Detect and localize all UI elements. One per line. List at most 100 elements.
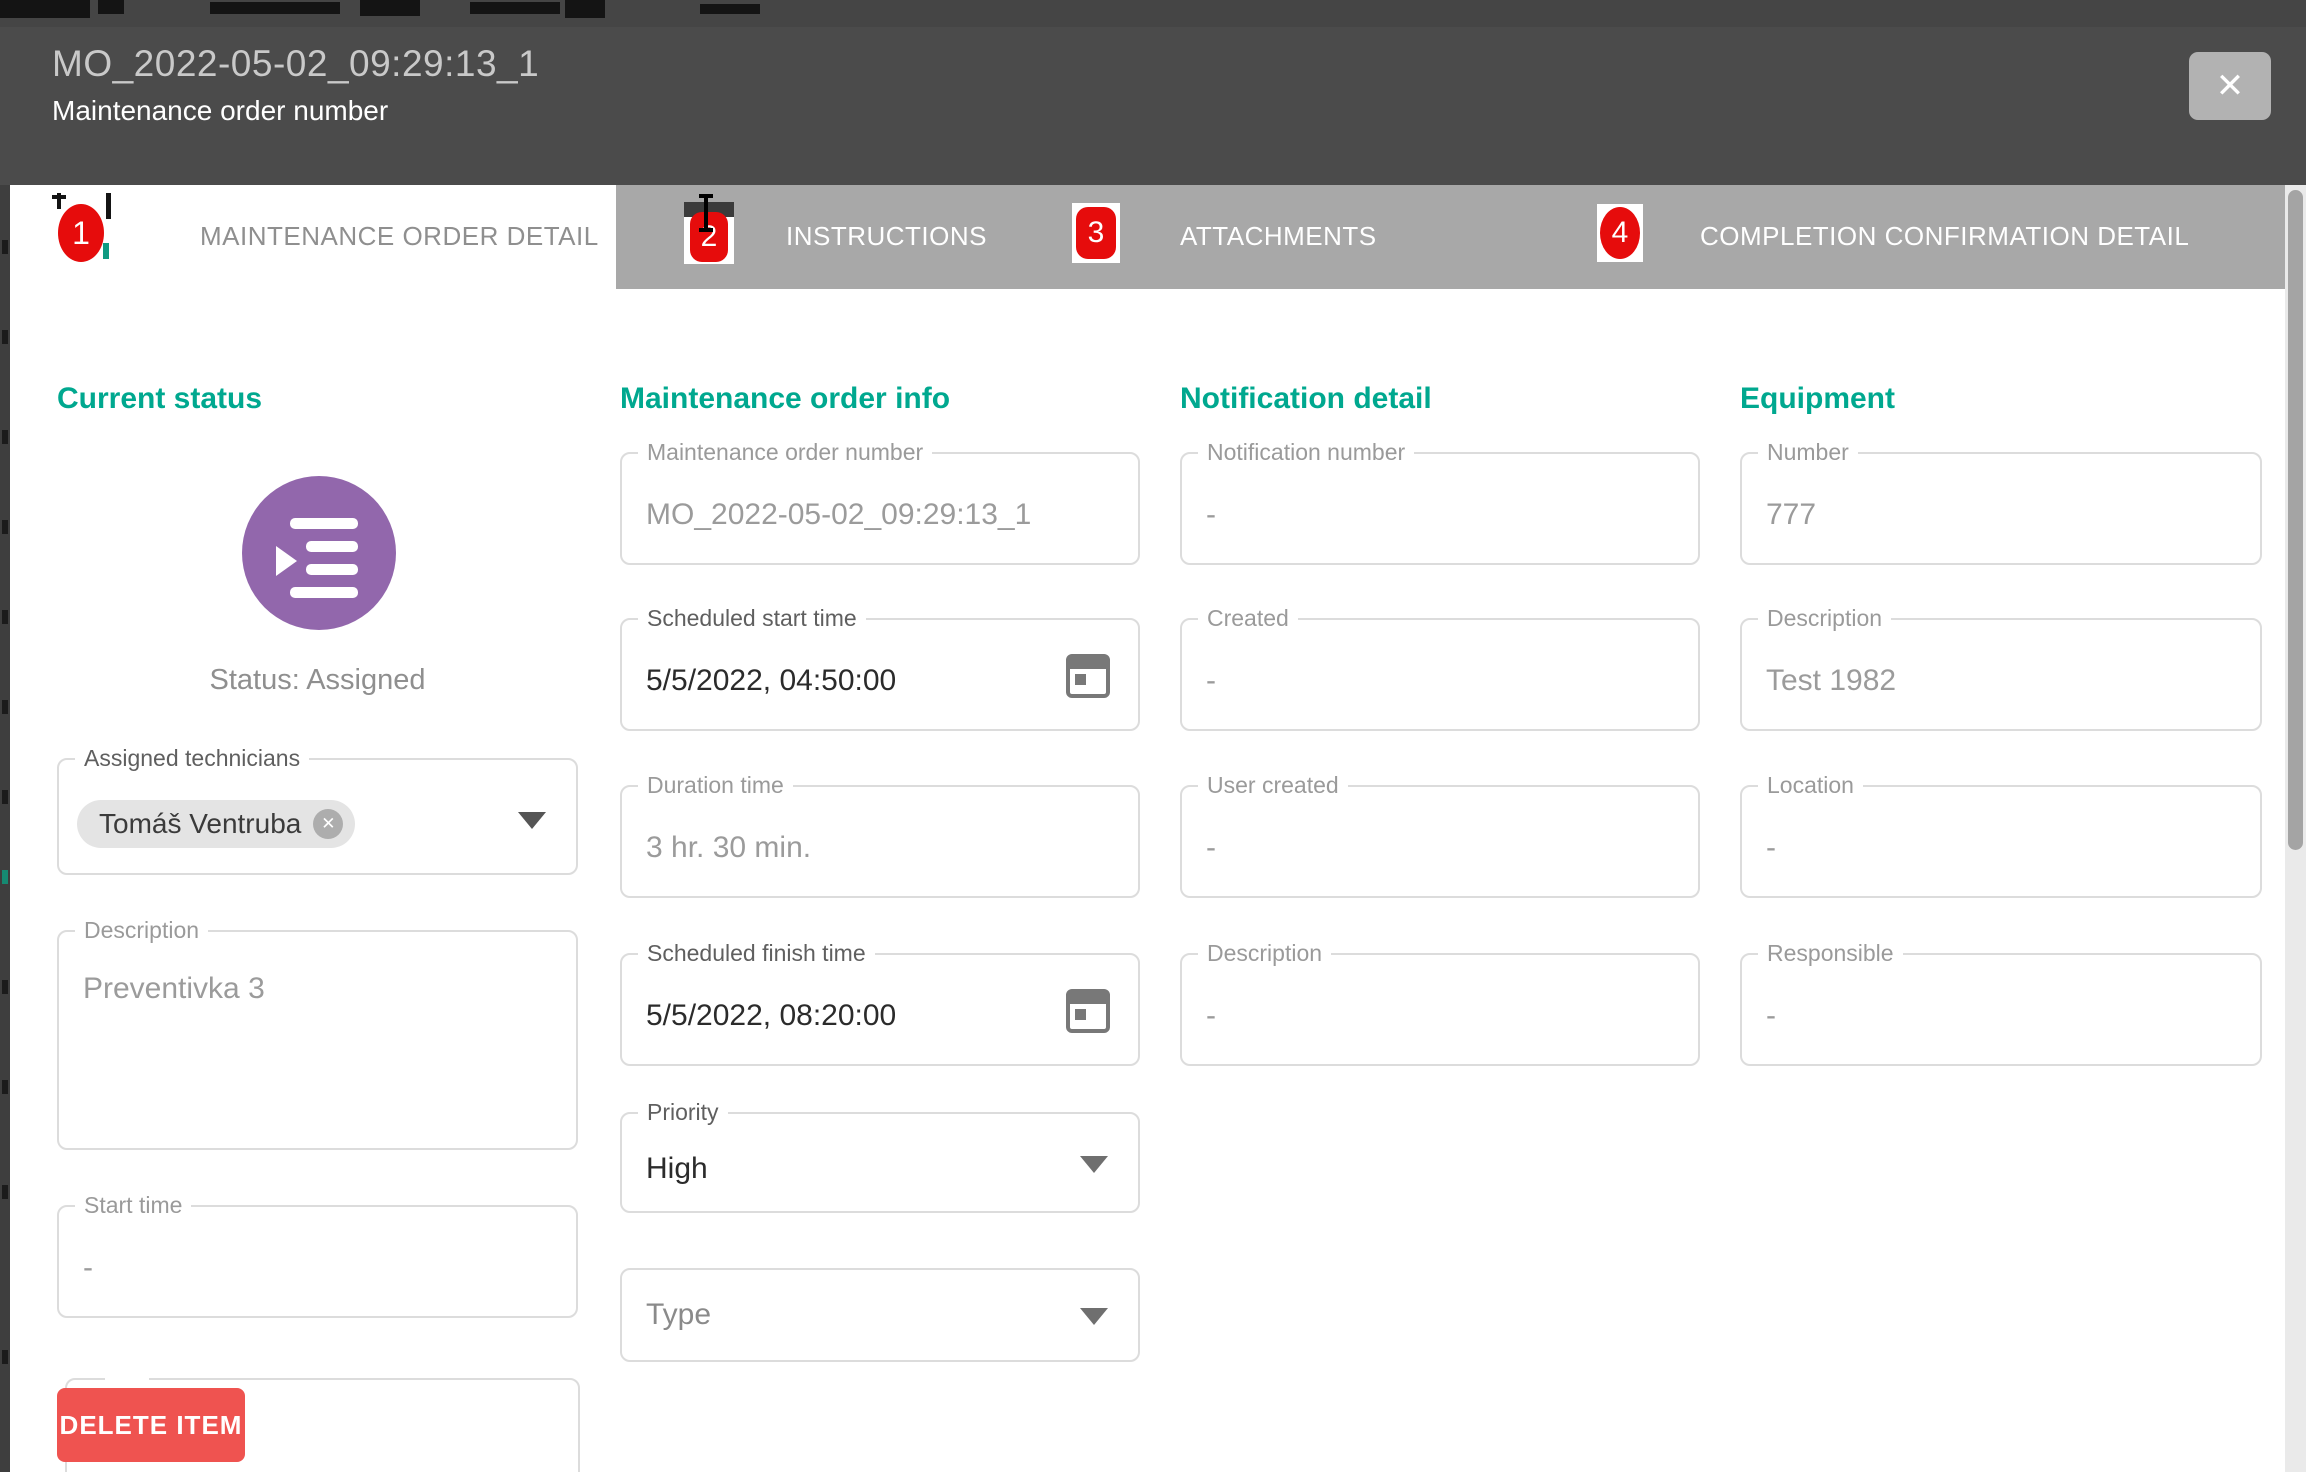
user-created-field: User created - (1180, 785, 1700, 898)
tab1-step-badge: 1 (58, 204, 104, 262)
duration-time-label: Duration time (638, 772, 793, 799)
maintenance-order-number-label: Maintenance order number (638, 439, 932, 466)
page-edge-artifact (2, 430, 8, 444)
tab4-label[interactable]: COMPLETION CONFIRMATION DETAIL (1700, 221, 2189, 252)
delete-item-button[interactable]: DELETE ITEM (57, 1388, 245, 1462)
maintenance-order-number-value: MO_2022-05-02_09:29:13_1 (646, 498, 1031, 532)
tab4-step-badge: 4 (1600, 207, 1640, 259)
tab1-number: 1 (72, 215, 90, 251)
chevron-down-icon[interactable] (1080, 1156, 1108, 1173)
created-label: Created (1198, 605, 1298, 632)
status-description-value: Preventivka 3 (83, 972, 265, 1006)
chevron-down-icon[interactable] (1080, 1308, 1108, 1325)
status-icon (290, 518, 358, 529)
mo-info-heading: Maintenance order info (620, 382, 950, 416)
close-icon: ✕ (2216, 67, 2245, 105)
page-edge-artifact (2, 1350, 8, 1364)
delete-item-label: DELETE ITEM (60, 1410, 243, 1440)
equipment-number-field: Number 777 (1740, 452, 2262, 565)
modal-subtitle: Maintenance order number (52, 95, 388, 127)
page-edge-artifact (106, 193, 111, 219)
close-button[interactable]: ✕ (2189, 52, 2271, 120)
equipment-description-label: Description (1758, 605, 1891, 632)
maintenance-order-number-field: Maintenance order number MO_2022-05-02_0… (620, 452, 1140, 565)
duration-time-field: Duration time 3 hr. 30 min. (620, 785, 1140, 898)
priority-select[interactable]: Priority High (620, 1112, 1140, 1213)
page-edge-artifact (470, 2, 560, 14)
start-time-field: Start time - (57, 1205, 578, 1318)
scrollbar[interactable] (2285, 185, 2306, 1472)
page-edge-artifact (103, 243, 109, 259)
modal-header: MO_2022-05-02_09:29:13_1 Maintenance ord… (0, 27, 2306, 185)
calendar-icon[interactable] (1066, 989, 1110, 1033)
tab3-label[interactable]: ATTACHMENTS (1180, 221, 1377, 252)
location-field: Location - (1740, 785, 2262, 898)
start-time-value: - (83, 1251, 93, 1285)
page-edge-artifact (565, 0, 605, 18)
scheduled-start-time-label: Scheduled start time (638, 605, 866, 632)
type-select[interactable]: Type (620, 1268, 1140, 1362)
page-edge-artifact (2, 980, 8, 994)
page-edge-artifact (2, 790, 8, 804)
equipment-heading: Equipment (1740, 382, 1895, 416)
page-edge-artifact (2, 330, 8, 344)
top-page-edge (0, 0, 2306, 27)
responsible-value: - (1766, 999, 1776, 1033)
page-edge-artifact (57, 193, 61, 209)
status-description-field: Description Preventivka 3 (57, 930, 578, 1150)
status-icon (276, 546, 297, 576)
notification-detail-heading: Notification detail (1180, 382, 1432, 416)
assigned-technicians-field[interactable]: Assigned technicians Tomáš Ventruba ✕ (57, 758, 578, 875)
page-edge-artifact (2, 1185, 8, 1199)
equipment-number-label: Number (1758, 439, 1858, 466)
notification-number-field: Notification number - (1180, 452, 1700, 565)
tab2-label[interactable]: INSTRUCTIONS (786, 221, 987, 252)
scheduled-finish-time-field[interactable]: Scheduled finish time 5/5/2022, 08:20:00 (620, 953, 1140, 1066)
page-edge-artifact (2, 1080, 8, 1094)
status-icon (306, 541, 358, 552)
scrollbar-thumb[interactable] (2288, 190, 2303, 850)
duration-time-value: 3 hr. 30 min. (646, 831, 811, 865)
chip-remove-icon[interactable]: ✕ (313, 809, 343, 839)
equipment-description-value: Test 1982 (1766, 664, 1896, 698)
chevron-down-icon[interactable] (518, 812, 546, 829)
technician-chip[interactable]: Tomáš Ventruba ✕ (77, 800, 355, 848)
assigned-technicians-label: Assigned technicians (75, 745, 309, 772)
page-edge-artifact (98, 0, 124, 14)
text-cursor-icon (704, 196, 708, 232)
current-status-heading: Current status (57, 382, 262, 416)
responsible-field: Responsible - (1740, 953, 2262, 1066)
created-field: Created - (1180, 618, 1700, 731)
notification-number-label: Notification number (1198, 439, 1414, 466)
location-label: Location (1758, 772, 1863, 799)
created-value: - (1206, 664, 1216, 698)
scheduled-start-time-field[interactable]: Scheduled start time 5/5/2022, 04:50:00 (620, 618, 1140, 731)
scheduled-finish-time-value: 5/5/2022, 08:20:00 (646, 999, 896, 1033)
technician-chip-label: Tomáš Ventruba (99, 808, 301, 840)
location-value: - (1766, 831, 1776, 865)
scheduled-finish-time-label: Scheduled finish time (638, 940, 875, 967)
notification-description-label: Description (1198, 940, 1331, 967)
priority-label: Priority (638, 1099, 728, 1126)
user-created-value: - (1206, 831, 1216, 865)
page-edge-artifact (2, 520, 8, 534)
left-page-edge (0, 185, 10, 1472)
tab2-step-badge: 2 (690, 212, 728, 262)
start-time-label: Start time (75, 1192, 191, 1219)
page-edge-artifact (0, 0, 90, 18)
equipment-number-value: 777 (1766, 498, 1816, 532)
maintenance-order-modal: MO_2022-05-02_09:29:13_1 Maintenance ord… (0, 0, 2306, 1472)
tab4-number: 4 (1612, 216, 1629, 249)
page-edge-artifact (700, 4, 760, 14)
calendar-icon[interactable] (1066, 654, 1110, 698)
status-icon (306, 564, 358, 575)
type-placeholder: Type (646, 1298, 711, 1332)
scheduled-start-time-value: 5/5/2022, 04:50:00 (646, 664, 896, 698)
notification-number-value: - (1206, 498, 1216, 532)
tab1-label[interactable]: MAINTENANCE ORDER DETAIL (200, 221, 599, 252)
modal-title: MO_2022-05-02_09:29:13_1 (52, 43, 539, 85)
page-edge-artifact (210, 2, 340, 14)
tab3-number: 3 (1088, 216, 1105, 249)
tab-bar: 1 MAINTENANCE ORDER DETAIL 2 INSTRUCTION… (0, 185, 2306, 289)
status-icon (242, 476, 396, 630)
